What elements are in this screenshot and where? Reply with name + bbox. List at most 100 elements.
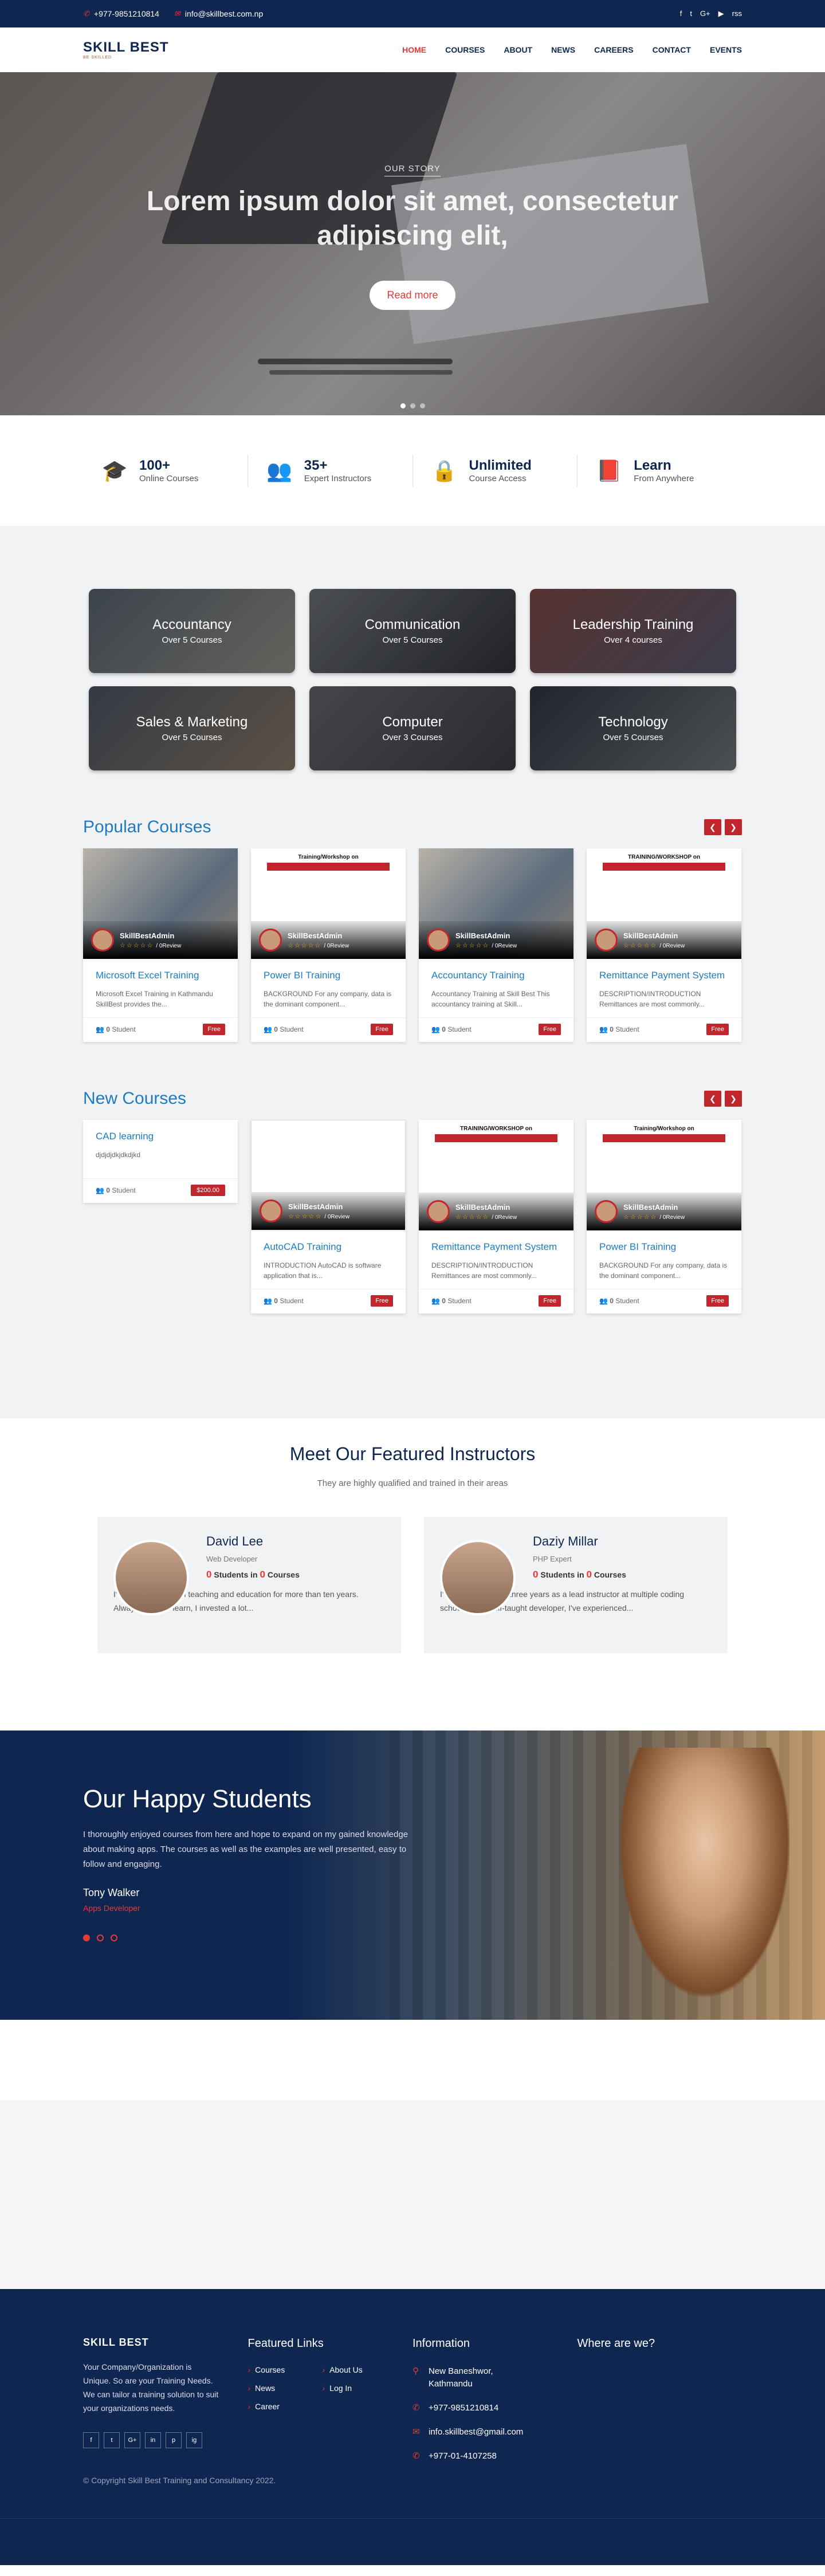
- testimonial-section: Our Happy Students I thoroughly enjoyed …: [0, 1731, 825, 2020]
- author-info: SkillBestAdmin ☆☆☆☆☆/ 0Review: [455, 931, 517, 949]
- slider-dot[interactable]: [419, 403, 425, 408]
- author-name: SkillBestAdmin: [623, 931, 678, 940]
- category-grid: Accountancy Over 5 Courses Communication Ov…: [89, 589, 736, 770]
- student-number: 0: [106, 1025, 110, 1033]
- users-icon: 👥: [431, 1297, 442, 1305]
- top-bar: ✆ +977-9851210814 ✉ info@skillbest.com.np …: [0, 0, 825, 27]
- course-title[interactable]: Remittance Payment System: [599, 969, 729, 982]
- facebook-icon[interactable]: f: [680, 9, 682, 18]
- category-name: Leadership Training: [572, 617, 694, 632]
- hero-slider: OUR STORY Lorem ipsum dolor sit amet, co…: [0, 72, 825, 415]
- instructor-card[interactable]: David Lee Web Developer 0 Students in 0 Co…: [97, 1517, 401, 1653]
- author-name: SkillBestAdmin: [288, 1202, 343, 1211]
- course-thumbnail[interactable]: Training/Workshop on SkillBestAdmin ☆☆☆☆☆ /…: [251, 848, 406, 959]
- nav-about[interactable]: ABOUT: [504, 45, 532, 54]
- student-number: 0: [206, 1569, 212, 1580]
- instructor-name[interactable]: David Lee: [206, 1534, 385, 1549]
- course-thumbnail[interactable]: SkillBestAdmin ☆☆☆☆☆/ 0Review: [251, 1120, 406, 1230]
- site-logo[interactable]: SKILL BEST BE SKILLED: [83, 40, 169, 60]
- nav-home[interactable]: HOME: [402, 45, 426, 54]
- top-email-text: info@skillbest.com.np: [184, 9, 264, 18]
- google-plus-icon[interactable]: G+: [700, 9, 710, 18]
- course-thumbnail[interactable]: SkillBestAdmin ☆☆☆☆☆/ 0Review: [419, 848, 573, 959]
- author-info: SkillBestAdmin ☆☆☆☆☆/ 0Review: [455, 1203, 517, 1221]
- popular-courses-title: Popular Courses: [83, 817, 211, 836]
- category-card[interactable]: Leadership Training Over 4 courses: [530, 589, 736, 673]
- course-thumbnail[interactable]: TRAINING/WORKSHOP on SkillBestAdmin ☆☆☆☆☆ /…: [419, 1120, 573, 1230]
- category-card[interactable]: Computer Over 3 Courses: [309, 686, 516, 770]
- student-number: 0: [274, 1025, 278, 1033]
- course-card[interactable]: Training/Workshop on SkillBestAdmin ☆☆☆☆☆ /…: [251, 848, 406, 1042]
- copyright-text: © Copyright Skill Best Training and Cons…: [83, 2475, 276, 2485]
- course-title[interactable]: Microsoft Excel Training: [96, 969, 225, 982]
- course-title[interactable]: CAD learning: [96, 1130, 225, 1143]
- footer-link-courses[interactable]: Courses: [248, 2365, 323, 2374]
- prev-arrow-button[interactable]: ❮: [704, 819, 721, 835]
- course-card[interactable]: Training/Workshop on SkillBestAdmin ☆☆☆☆☆ /…: [587, 1120, 741, 1313]
- footer-logo[interactable]: SKILL BEST: [83, 2337, 248, 2347]
- student-count: 👥 0 Student: [264, 1025, 304, 1033]
- course-title[interactable]: Power BI Training: [264, 969, 393, 982]
- nav-courses[interactable]: COURSES: [445, 45, 485, 54]
- review-count: / 0Review: [659, 1214, 685, 1221]
- testimonial-dot[interactable]: [97, 1934, 104, 1941]
- course-card[interactable]: SkillBestAdmin ☆☆☆☆☆/ 0Review Microsoft Ex…: [83, 848, 238, 1042]
- rating-stars: ☆☆☆☆☆/ 0Review: [455, 1213, 517, 1221]
- users-icon: 👥: [599, 1297, 610, 1305]
- category-card[interactable]: Technology Over 5 Courses: [530, 686, 736, 770]
- next-arrow-button[interactable]: ❯: [725, 819, 742, 835]
- course-thumbnail[interactable]: TRAINING/WORKSHOP on SkillBestAdmin ☆☆☆☆☆ /…: [587, 848, 741, 959]
- course-card[interactable]: SkillBestAdmin ☆☆☆☆☆/ 0Review AutoCAD Trai…: [251, 1120, 406, 1313]
- course-card[interactable]: TRAINING/WORKSHOP on SkillBestAdmin ☆☆☆☆☆ /…: [587, 848, 741, 1042]
- testimonial-title: Our Happy Students: [83, 1785, 312, 1813]
- course-thumbnail[interactable]: Training/Workshop on SkillBestAdmin ☆☆☆☆☆ /…: [587, 1120, 741, 1230]
- category-card[interactable]: Accountancy Over 5 Courses: [89, 589, 295, 673]
- author-info: SkillBestAdmin ☆☆☆☆☆/ 0Review: [623, 931, 685, 949]
- twitter-icon[interactable]: t: [690, 9, 692, 18]
- instructor-name[interactable]: Daziy Millar: [533, 1534, 712, 1549]
- instructor-card[interactable]: Daziy Millar PHP Expert 0 Students in 0 Co…: [424, 1517, 728, 1653]
- footer-link-career[interactable]: Career: [248, 2402, 323, 2411]
- author-name: SkillBestAdmin: [288, 931, 343, 940]
- prev-arrow-button[interactable]: ❮: [704, 1091, 721, 1107]
- slider-dot[interactable]: [400, 403, 406, 408]
- nav-news[interactable]: NEWS: [551, 45, 575, 54]
- testimonial-dot[interactable]: [111, 1934, 117, 1941]
- course-card[interactable]: CAD learning djdjdjdkjdkdjkd 👥 0 Student $2…: [83, 1120, 238, 1203]
- price-badge: Free: [539, 1024, 561, 1035]
- footer-phone[interactable]: ✆ +977-9851210814: [412, 2402, 578, 2414]
- course-body: Power BI Training BACKGROUND For any comp…: [587, 1230, 741, 1281]
- footer-link-about[interactable]: About Us: [323, 2365, 397, 2374]
- read-more-button[interactable]: Read more: [370, 281, 455, 310]
- users-icon: 👥: [431, 1025, 442, 1033]
- nav-contact[interactable]: CONTACT: [653, 45, 691, 54]
- course-card[interactable]: SkillBestAdmin ☆☆☆☆☆/ 0Review Accountancy …: [419, 848, 573, 1042]
- mail-icon: ✉: [174, 9, 180, 18]
- where-are-we-title: Where are we?: [577, 2337, 655, 2350]
- top-email[interactable]: ✉ info@skillbest.com.np: [174, 9, 263, 18]
- category-count: Over 5 Courses: [162, 733, 222, 742]
- testimonial-dot[interactable]: [83, 1934, 90, 1941]
- courses-word: Courses: [594, 1570, 626, 1579]
- footer-address-text: New Baneshwor, Kathmandu: [429, 2366, 493, 2389]
- main-navbar: SKILL BEST BE SKILLED HOME COURSES ABOUT…: [0, 27, 825, 72]
- youtube-icon[interactable]: ▶: [718, 9, 724, 18]
- course-title[interactable]: AutoCAD Training: [264, 1241, 393, 1253]
- category-card[interactable]: Sales & Marketing Over 5 Courses: [89, 686, 295, 770]
- category-card[interactable]: Communication Over 5 Courses: [309, 589, 516, 673]
- course-thumbnail[interactable]: SkillBestAdmin ☆☆☆☆☆/ 0Review: [83, 848, 238, 959]
- rss-icon[interactable]: rss: [732, 9, 742, 18]
- footer-link-login[interactable]: Log In: [323, 2384, 397, 2393]
- course-title[interactable]: Power BI Training: [599, 1241, 729, 1253]
- price-badge: $200.00: [191, 1185, 225, 1196]
- nav-careers[interactable]: CAREERS: [594, 45, 633, 54]
- next-arrow-button[interactable]: ❯: [725, 1091, 742, 1107]
- top-phone[interactable]: ✆ +977-9851210814: [83, 9, 159, 18]
- slider-dot[interactable]: [410, 403, 415, 408]
- course-title[interactable]: Accountancy Training: [431, 969, 561, 982]
- footer-link-news[interactable]: News: [248, 2384, 323, 2393]
- course-title[interactable]: Remittance Payment System: [431, 1241, 561, 1253]
- map-pin-icon: ⚲: [412, 2366, 419, 2376]
- course-card[interactable]: TRAINING/WORKSHOP on SkillBestAdmin ☆☆☆☆☆ /…: [419, 1120, 573, 1313]
- nav-events[interactable]: EVENTS: [710, 45, 742, 54]
